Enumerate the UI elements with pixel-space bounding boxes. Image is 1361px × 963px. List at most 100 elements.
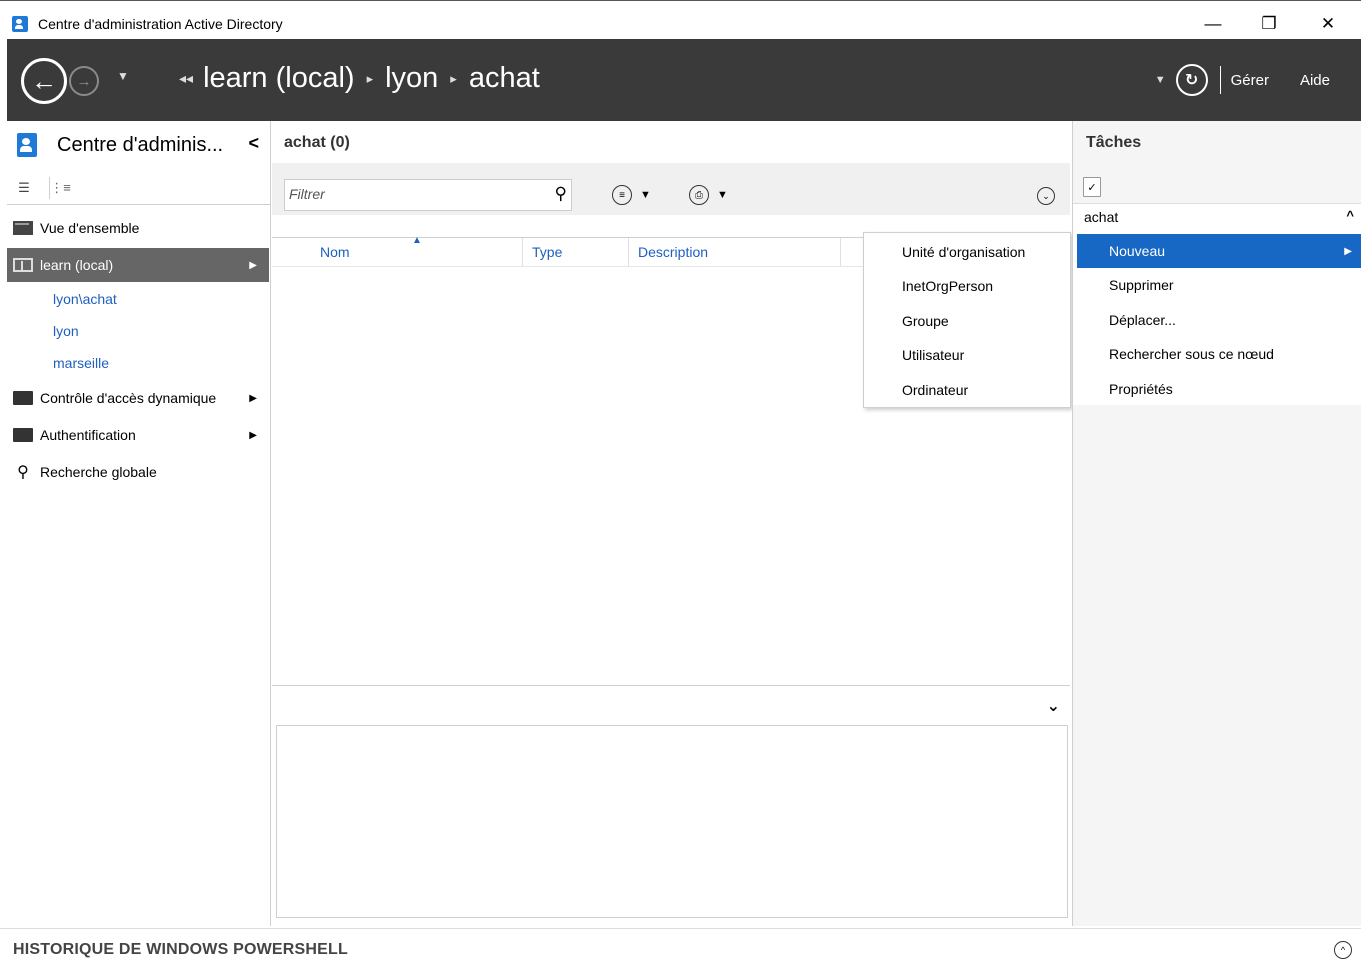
tasks-title: Tâches xyxy=(1086,134,1142,151)
content-toolbar: ⚲ ≡ ▼ ⎙ ▼ ⌄ xyxy=(272,163,1070,215)
save-icon: ⎙ xyxy=(689,185,709,205)
column-header-name[interactable]: Nom xyxy=(320,244,350,260)
forward-arrow-icon[interactable]: → xyxy=(69,66,99,96)
window-titlebar: Centre d'administration Active Directory… xyxy=(0,0,1361,39)
list-options-icon: ≡ xyxy=(612,185,632,205)
folder-icon xyxy=(13,428,33,442)
refresh-icon[interactable]: ↻ xyxy=(1175,64,1208,96)
collapse-pane-icon[interactable]: < xyxy=(248,133,259,154)
menu-item-group[interactable]: Groupe xyxy=(902,313,949,329)
column-divider[interactable] xyxy=(628,238,629,266)
task-move[interactable]: Déplacer... xyxy=(1077,303,1361,337)
sidebar-subitem-lyon-achat[interactable]: lyon\achat xyxy=(53,291,117,307)
sidebar-subitem-lyon[interactable]: lyon xyxy=(53,323,79,339)
task-label: Propriétés xyxy=(1109,381,1173,397)
submenu-arrow-icon: ▶ xyxy=(1344,245,1352,257)
help-menu[interactable]: Aide xyxy=(1300,72,1330,89)
sidebar-item-dynamic-access-control[interactable]: Contrôle d'accès dynamique ▶ xyxy=(7,381,269,415)
breadcrumb-item-learn[interactable]: learn (local) xyxy=(203,62,355,95)
menu-item-organizational-unit[interactable]: Unité d'organisation xyxy=(902,244,1025,260)
tasks-pane: Tâches ✓ achat ^ Nouveau ▶ Supprimer Dép… xyxy=(1072,121,1361,926)
breadcrumb-item-lyon[interactable]: lyon xyxy=(385,62,438,95)
new-object-submenu: Unité d'organisation InetOrgPerson Group… xyxy=(863,232,1071,408)
task-properties[interactable]: Propriétés xyxy=(1077,372,1361,406)
view-options-button[interactable]: ≡ ▼ xyxy=(612,185,651,205)
dropdown-arrow-icon: ▼ xyxy=(717,189,728,201)
column-header-description[interactable]: Description xyxy=(638,244,708,260)
task-label: Déplacer... xyxy=(1109,312,1176,328)
history-dropdown-icon[interactable]: ▼ xyxy=(117,69,129,83)
chevron-up-icon[interactable]: ^ xyxy=(1346,208,1354,223)
manage-menu[interactable]: Gérer xyxy=(1231,72,1269,89)
navigation-pane: Centre d'adminis... < ☰ ⋮≡ Vue d'ensembl… xyxy=(7,121,271,926)
navbar-divider xyxy=(1219,66,1221,94)
ad-admin-center-icon xyxy=(17,133,37,157)
domain-icon xyxy=(13,258,33,272)
breadcrumb-item-achat[interactable]: achat xyxy=(469,62,540,95)
task-label: Supprimer xyxy=(1109,277,1174,293)
save-query-button[interactable]: ⎙ ▼ xyxy=(689,185,728,205)
filter-box: ⚲ xyxy=(284,179,572,211)
filter-input[interactable] xyxy=(289,180,539,208)
breadcrumb: ◂◂ learn (local) ▸ lyon ▸ achat xyxy=(179,62,540,95)
content-title: achat (0) xyxy=(284,134,350,151)
column-divider[interactable] xyxy=(522,238,523,266)
navigation-pane-title: Centre d'adminis... xyxy=(57,133,224,156)
tasks-section-label: achat xyxy=(1084,209,1119,225)
breadcrumb-overflow-icon[interactable]: ◂◂ xyxy=(179,70,193,87)
menu-item-inetorgperson[interactable]: InetOrgPerson xyxy=(902,278,993,294)
list-view-icon[interactable]: ☰ xyxy=(13,177,35,199)
sidebar-item-label: Recherche globale xyxy=(40,464,157,480)
column-divider[interactable] xyxy=(840,238,841,266)
navbar-actions: ▼ ↻ Gérer Aide xyxy=(1155,39,1361,121)
sidebar-item-label: learn (local) xyxy=(40,257,114,273)
expand-criteria-icon[interactable]: ⌄ xyxy=(1037,187,1055,205)
dropdown-arrow-icon: ▼ xyxy=(640,189,651,201)
tasks-section-header[interactable]: achat ^ xyxy=(1073,203,1361,231)
expand-up-icon[interactable]: ^ xyxy=(1334,941,1352,959)
sort-ascending-icon: ▲ xyxy=(412,235,422,246)
details-bar: ⌄ xyxy=(272,685,1070,723)
task-label: Rechercher sous ce nœud xyxy=(1109,346,1274,362)
back-arrow-icon[interactable]: ← xyxy=(21,58,67,104)
sidebar-item-learn-local[interactable]: learn (local) ▶ xyxy=(7,248,269,282)
expand-arrow-icon[interactable]: ▶ xyxy=(249,430,257,441)
sidebar-subitem-marseille[interactable]: marseille xyxy=(53,355,109,371)
task-search-under-node[interactable]: Rechercher sous ce nœud xyxy=(1077,337,1361,371)
close-button[interactable]: ✕ xyxy=(1305,10,1351,38)
app-icon xyxy=(12,16,28,32)
sidebar-item-overview[interactable]: Vue d'ensemble xyxy=(7,211,269,245)
sidebar-item-label: Contrôle d'accès dynamique xyxy=(40,390,217,406)
navigation-bar: ← → ▼ ◂◂ learn (local) ▸ lyon ▸ achat ▼ … xyxy=(7,39,1361,121)
chevron-down-icon[interactable]: ⌄ xyxy=(1047,696,1060,716)
expand-arrow-icon[interactable]: ▶ xyxy=(249,393,257,404)
overview-icon xyxy=(13,221,33,235)
view-switcher: ☰ ⋮≡ xyxy=(7,173,271,205)
folder-icon xyxy=(13,391,33,405)
powershell-history-label: HISTORIQUE DE WINDOWS POWERSHELL xyxy=(13,941,349,958)
tree-view-icon[interactable]: ⋮≡ xyxy=(49,177,71,199)
task-delete[interactable]: Supprimer xyxy=(1077,268,1361,302)
refresh-dropdown-icon[interactable]: ▼ xyxy=(1155,74,1166,86)
breadcrumb-separator-icon[interactable]: ▸ xyxy=(367,71,374,87)
task-label: Nouveau xyxy=(1109,243,1166,259)
breadcrumb-separator-icon[interactable]: ▸ xyxy=(450,71,457,87)
search-icon[interactable]: ⚲ xyxy=(555,184,567,204)
column-header-type[interactable]: Type xyxy=(532,244,562,260)
clipboard-icon[interactable]: ✓ xyxy=(1083,177,1101,197)
task-new[interactable]: Nouveau ▶ xyxy=(1077,234,1361,268)
expand-arrow-icon[interactable]: ▶ xyxy=(249,260,257,271)
sidebar-item-label: Authentification xyxy=(40,427,136,443)
window-title: Centre d'administration Active Directory xyxy=(38,16,283,32)
sidebar-item-label: Vue d'ensemble xyxy=(40,220,140,236)
search-icon: ⚲ xyxy=(17,464,29,481)
menu-item-user[interactable]: Utilisateur xyxy=(902,347,964,363)
restore-button[interactable]: ❐ xyxy=(1246,10,1292,38)
minimize-button[interactable]: — xyxy=(1190,10,1236,38)
navigation-pane-header: Centre d'adminis... < xyxy=(7,121,271,169)
powershell-history-bar[interactable]: HISTORIQUE DE WINDOWS POWERSHELL ^ xyxy=(0,928,1361,963)
details-preview-area xyxy=(276,725,1068,918)
sidebar-item-authentication[interactable]: Authentification ▶ xyxy=(7,418,269,452)
sidebar-item-global-search[interactable]: ⚲ Recherche globale xyxy=(7,455,269,489)
menu-item-computer[interactable]: Ordinateur xyxy=(902,382,968,398)
